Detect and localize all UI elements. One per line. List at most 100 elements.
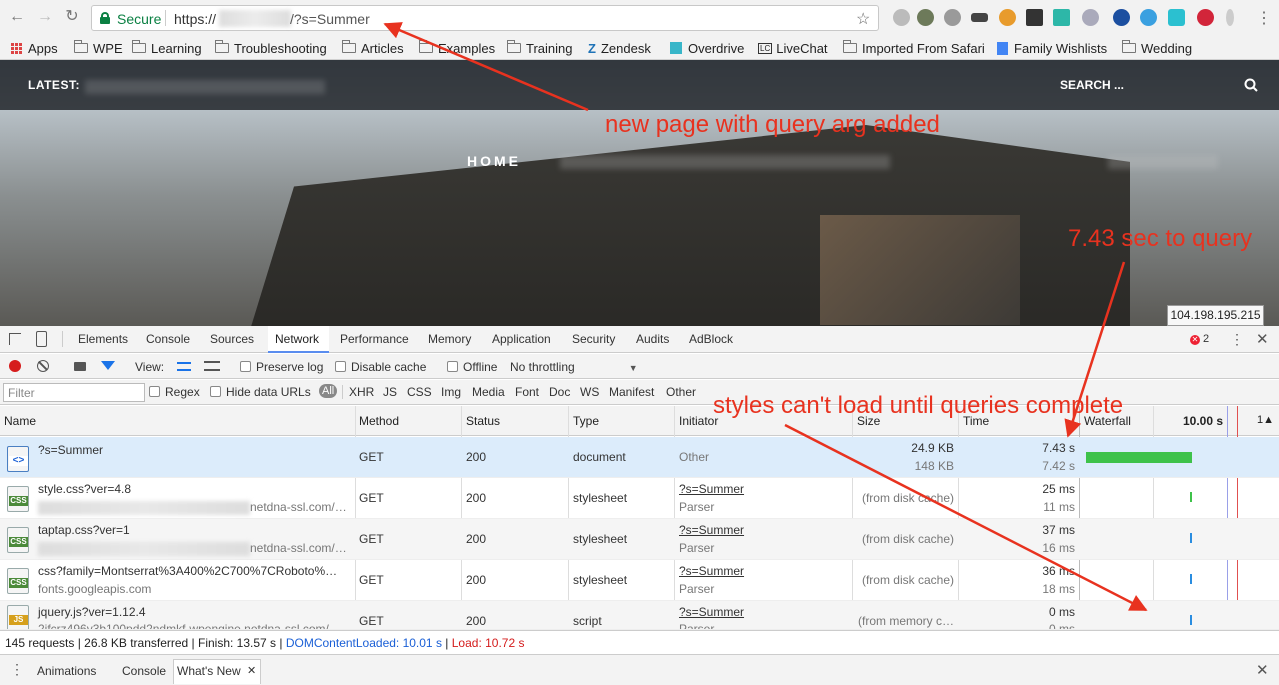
extension-icon[interactable] xyxy=(999,9,1016,26)
column-status[interactable]: Status xyxy=(466,414,500,428)
extension-icon[interactable] xyxy=(1140,9,1157,26)
tab-elements[interactable]: Elements xyxy=(78,332,128,346)
error-count-badge[interactable]: ✕ 2 xyxy=(1190,333,1209,345)
filter-type-css[interactable]: CSS xyxy=(407,385,432,399)
tab-memory[interactable]: Memory xyxy=(428,332,471,346)
table-row[interactable]: CSS style.css?ver=4.8 netdna-ssl.com/… G… xyxy=(0,478,1279,519)
bookmark-folder[interactable]: Training xyxy=(507,39,572,57)
bookmark-folder[interactable]: Imported From Safari xyxy=(843,39,985,57)
close-drawer-icon[interactable]: ✕ xyxy=(1256,661,1269,679)
address-bar[interactable]: Secure https:// /?s=Summer ☆ xyxy=(91,5,879,31)
bookmark-zendesk[interactable]: Z Zendesk xyxy=(588,39,651,57)
extension-icon[interactable] xyxy=(917,9,934,26)
bookmark-folder[interactable]: Articles xyxy=(342,39,404,57)
clear-icon[interactable] xyxy=(37,360,49,372)
devtools-menu-icon[interactable]: ⋮ xyxy=(1230,331,1244,348)
table-row[interactable]: CSS css?family=Montserrat%3A400%2C700%7C… xyxy=(0,560,1279,601)
nav-home[interactable]: HOME xyxy=(467,153,521,169)
tab-security[interactable]: Security xyxy=(572,332,615,346)
filter-type-manifest[interactable]: Manifest xyxy=(609,385,654,399)
table-row[interactable]: <> ?s=Summer GET 200 document Other 24.9… xyxy=(0,437,1279,478)
extension-icon[interactable] xyxy=(1226,9,1234,26)
initiator-type: Parser xyxy=(679,582,715,596)
menu-kebab-icon[interactable]: ⋮ xyxy=(1256,8,1272,28)
bookmark-folder[interactable]: Examples xyxy=(419,39,495,57)
disable-cache-checkbox[interactable]: Disable cache xyxy=(335,360,426,374)
drawer-menu-icon[interactable]: ⋮ xyxy=(10,661,24,678)
initiator-link[interactable]: ?s=Summer xyxy=(679,564,744,578)
request-type: document xyxy=(573,450,626,464)
initiator-link[interactable]: ?s=Summer xyxy=(679,605,744,619)
column-name[interactable]: Name xyxy=(4,414,36,428)
tab-application[interactable]: Application xyxy=(492,332,551,346)
back-arrow-icon[interactable]: ← xyxy=(9,9,25,25)
sort-icon[interactable]: 1▲ xyxy=(1257,414,1274,426)
overview-icon[interactable] xyxy=(204,361,220,371)
bookmark-apps[interactable]: Apps xyxy=(11,39,58,57)
bookmark-overdrive[interactable]: Overdrive xyxy=(670,39,744,57)
tab-sources[interactable]: Sources xyxy=(210,332,254,346)
tab-adblock[interactable]: AdBlock xyxy=(689,332,733,346)
tab-performance[interactable]: Performance xyxy=(340,332,409,346)
filter-type-all[interactable]: All xyxy=(319,384,338,398)
filter-type-img[interactable]: Img xyxy=(441,385,461,399)
column-type[interactable]: Type xyxy=(573,414,599,428)
drawer-tab-animations[interactable]: Animations xyxy=(37,664,96,678)
close-tab-icon[interactable]: ✕ xyxy=(247,664,256,677)
preserve-log-checkbox[interactable]: Preserve log xyxy=(240,360,323,374)
device-toolbar-icon[interactable] xyxy=(36,331,47,347)
extension-icon[interactable] xyxy=(1168,9,1185,26)
camera-icon[interactable] xyxy=(74,362,86,371)
table-row[interactable]: JS jquery.js?ver=1.12.4 2ifcrz496v3b100p… xyxy=(0,601,1279,630)
tab-console[interactable]: Console xyxy=(146,332,190,346)
large-rows-icon[interactable] xyxy=(177,362,191,371)
inspect-element-icon[interactable] xyxy=(9,333,21,345)
filter-type-xhr[interactable]: XHR xyxy=(349,385,374,399)
grammarly-extension-icon[interactable] xyxy=(1053,9,1070,26)
forward-arrow-icon[interactable]: → xyxy=(37,9,53,25)
ip-extension-icon[interactable] xyxy=(1113,9,1130,26)
bookmark-livechat[interactable]: LC LiveChat xyxy=(758,39,828,57)
bookmark-folder[interactable]: Learning xyxy=(132,39,202,57)
filter-type-js[interactable]: JS xyxy=(383,385,397,399)
bookmark-folder[interactable]: Troubleshooting xyxy=(215,39,327,57)
glasses-extension-icon[interactable] xyxy=(971,13,988,22)
star-icon[interactable]: ☆ xyxy=(856,9,870,29)
filter-input[interactable]: Filter xyxy=(3,383,145,402)
pinterest-extension-icon[interactable] xyxy=(1197,9,1214,26)
close-devtools-icon[interactable]: ✕ xyxy=(1256,330,1269,348)
request-method: GET xyxy=(359,532,384,546)
filter-type-ws[interactable]: WS xyxy=(580,385,599,399)
bookmark-folder[interactable]: WPE xyxy=(74,39,123,57)
amazon-extension-icon[interactable] xyxy=(1026,9,1043,26)
tab-network[interactable]: Network xyxy=(275,332,319,346)
bookmark-folder[interactable]: Wedding xyxy=(1122,39,1192,57)
site-search-input[interactable]: SEARCH ... xyxy=(1060,78,1124,92)
recycle-extension-icon[interactable] xyxy=(944,9,961,26)
extension-icon[interactable] xyxy=(893,9,910,26)
filter-type-font[interactable]: Font xyxy=(515,385,539,399)
filter-type-other[interactable]: Other xyxy=(666,385,696,399)
table-row[interactable]: CSS taptap.css?ver=1 netdna-ssl.com/… GE… xyxy=(0,519,1279,560)
drawer-tab-whats-new[interactable]: What's New xyxy=(177,664,241,678)
hide-data-urls-checkbox[interactable]: Hide data URLs xyxy=(210,385,311,399)
bookmark-family-wishlists[interactable]: Family Wishlists xyxy=(997,39,1107,57)
regex-checkbox[interactable]: Regex xyxy=(149,385,200,399)
reload-icon[interactable]: ↻ xyxy=(64,9,80,25)
bookmark-label: Overdrive xyxy=(688,40,745,56)
throttling-select[interactable]: No throttling ▼ xyxy=(510,360,638,374)
initiator-link[interactable]: ?s=Summer xyxy=(679,523,744,537)
offline-checkbox[interactable]: Offline xyxy=(447,360,497,374)
tab-audits[interactable]: Audits xyxy=(636,332,669,346)
record-button[interactable] xyxy=(9,360,21,372)
drawer-tab-console[interactable]: Console xyxy=(122,664,166,678)
url-query: /?s=Summer xyxy=(290,11,370,27)
filter-type-media[interactable]: Media xyxy=(472,385,505,399)
filter-icon[interactable] xyxy=(101,361,115,370)
request-type: stylesheet xyxy=(573,491,628,505)
cloud-extension-icon[interactable] xyxy=(1082,9,1099,26)
search-icon[interactable] xyxy=(1244,78,1258,92)
filter-type-doc[interactable]: Doc xyxy=(549,385,570,399)
initiator-link[interactable]: ?s=Summer xyxy=(679,482,744,496)
column-method[interactable]: Method xyxy=(359,414,399,428)
